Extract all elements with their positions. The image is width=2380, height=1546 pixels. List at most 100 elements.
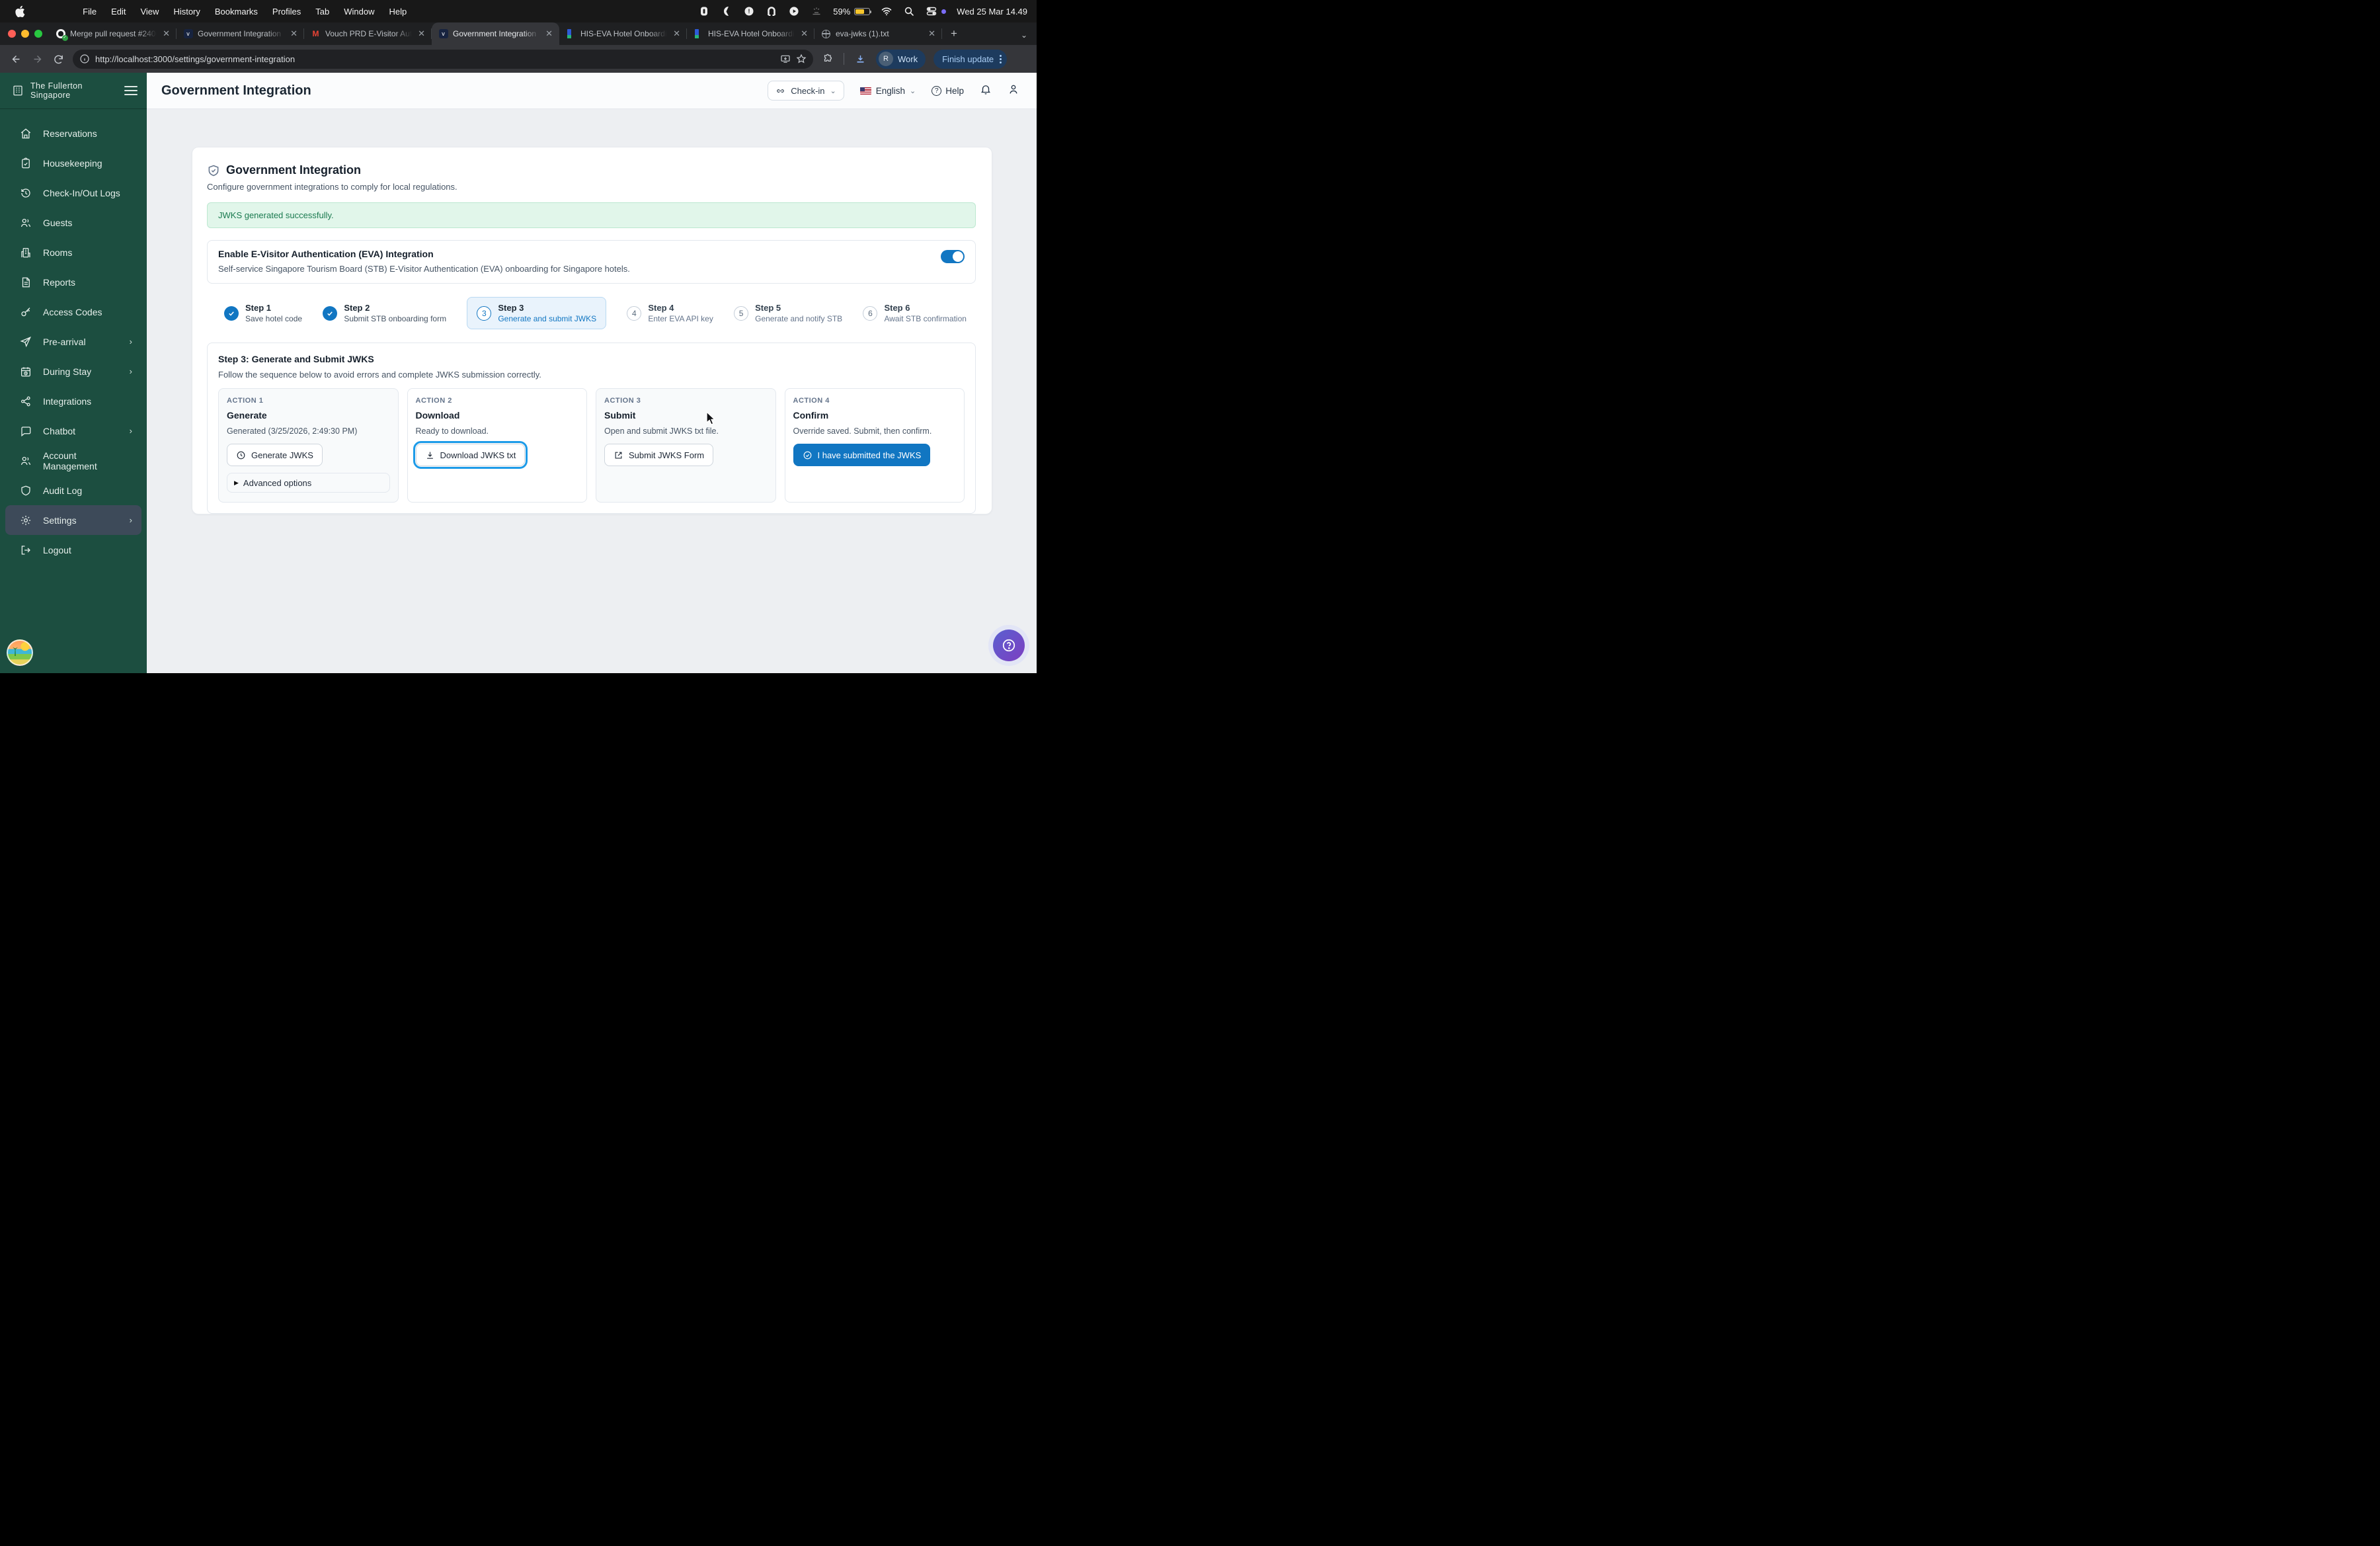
help-fab-button[interactable] bbox=[993, 630, 1025, 661]
bookmark-star-icon[interactable] bbox=[796, 54, 807, 64]
sidebar-item-account-management[interactable]: Account Management bbox=[5, 446, 141, 475]
menu-item-help[interactable]: Help bbox=[389, 7, 407, 17]
spotlight-search-icon[interactable] bbox=[903, 5, 915, 17]
step-3-active[interactable]: 3 Step 3Generate and submit JWKS bbox=[467, 297, 606, 329]
mouse-cursor bbox=[706, 411, 716, 426]
download-jwks-button[interactable]: Download JWKS txt bbox=[416, 444, 526, 466]
user-avatar[interactable] bbox=[7, 639, 33, 666]
sidebar-item-reservations[interactable]: Reservations bbox=[5, 118, 141, 148]
extensions-icon[interactable] bbox=[818, 50, 837, 68]
menu-item-window[interactable]: Window bbox=[344, 7, 374, 17]
downloads-icon[interactable] bbox=[851, 50, 869, 68]
apple-icon[interactable] bbox=[15, 5, 25, 18]
window-close-button[interactable] bbox=[8, 30, 16, 38]
app-header: Government Integration Check-in ⌄ Englis… bbox=[147, 73, 1037, 109]
sidebar-collapse-icon[interactable] bbox=[124, 86, 138, 95]
send-icon bbox=[20, 336, 32, 348]
sidebar-item-guests[interactable]: Guests bbox=[5, 208, 141, 237]
sidebar-item-chatbot[interactable]: Chatbot › bbox=[5, 416, 141, 446]
control-center-icon[interactable] bbox=[926, 5, 937, 17]
menu-item-history[interactable]: History bbox=[173, 7, 200, 17]
battery-indicator[interactable]: 59% bbox=[833, 7, 870, 17]
sidebar-item-housekeeping[interactable]: Housekeeping bbox=[5, 148, 141, 178]
eva-toggle-on[interactable] bbox=[941, 250, 965, 263]
step-6[interactable]: 6 Step 6Await STB confirmation bbox=[863, 303, 967, 323]
sidebar-item-during-stay[interactable]: During Stay › bbox=[5, 356, 141, 386]
tab-close-icon[interactable]: ✕ bbox=[161, 28, 171, 39]
logout-icon bbox=[20, 544, 32, 556]
menu-item-edit[interactable]: Edit bbox=[111, 7, 126, 17]
step-2[interactable]: Step 2Submit STB onboarding form bbox=[323, 303, 446, 323]
generate-jwks-button[interactable]: Generate JWKS bbox=[227, 444, 323, 466]
tab-merge-pull-request[interactable]: Merge pull request #2406 fr ✕ bbox=[49, 22, 177, 45]
menu-item-profiles[interactable]: Profiles bbox=[272, 7, 301, 17]
status-app-icon-4[interactable] bbox=[766, 5, 777, 17]
tab-vouch-prd[interactable]: M Vouch PRD E-Visitor Authen ✕ bbox=[304, 22, 432, 45]
step-1[interactable]: Step 1Save hotel code bbox=[224, 303, 302, 323]
advanced-options-toggle[interactable]: ▶ Advanced options bbox=[227, 473, 390, 493]
chrome-tab-strip: Merge pull request #2406 fr ✕ v Governme… bbox=[0, 22, 1037, 45]
finish-update-button[interactable]: Finish update bbox=[933, 50, 1007, 69]
sidebar-item-logout[interactable]: Logout bbox=[5, 535, 141, 565]
status-app-icon-5[interactable] bbox=[788, 5, 800, 17]
sidebar-item-checkinout-logs[interactable]: Check-In/Out Logs bbox=[5, 178, 141, 208]
menu-bar-clock[interactable]: Wed 25 Mar 14.49 bbox=[957, 7, 1027, 17]
help-button[interactable]: ? Help bbox=[932, 86, 964, 96]
notifications-bell-icon[interactable] bbox=[980, 83, 992, 99]
menu-item-tab[interactable]: Tab bbox=[315, 7, 329, 17]
tab-close-icon[interactable]: ✕ bbox=[672, 28, 682, 39]
tab-close-icon[interactable]: ✕ bbox=[799, 28, 809, 39]
address-bar[interactable]: http://localhost:3000/settings/governmen… bbox=[73, 50, 813, 69]
sidebar-item-pre-arrival[interactable]: Pre-arrival › bbox=[5, 327, 141, 356]
tab-close-icon[interactable]: ✕ bbox=[416, 28, 426, 39]
step-4[interactable]: 4 Step 4Enter EVA API key bbox=[627, 303, 713, 323]
tab-search-chevron-icon[interactable]: ⌄ bbox=[1021, 30, 1027, 40]
screen: Chrome File Edit View History Bookmarks … bbox=[0, 0, 1037, 673]
eva-integration-box: Enable E-Visitor Authentication (EVA) In… bbox=[207, 240, 976, 284]
keyboard-brightness-icon[interactable] bbox=[811, 5, 822, 17]
link-icon bbox=[775, 86, 785, 96]
sidebar-item-integrations[interactable]: Integrations bbox=[5, 386, 141, 416]
reload-button[interactable] bbox=[49, 50, 67, 68]
sidebar-item-rooms[interactable]: Rooms bbox=[5, 237, 141, 267]
wifi-icon[interactable] bbox=[881, 5, 892, 17]
checkin-dropdown-button[interactable]: Check-in ⌄ bbox=[768, 81, 844, 101]
chrome-profile-button[interactable]: R Work bbox=[876, 50, 926, 69]
eva-description: Self-service Singapore Tourism Board (ST… bbox=[218, 264, 965, 274]
url-text[interactable]: http://localhost:3000/settings/governmen… bbox=[95, 54, 775, 64]
menu-item-bookmarks[interactable]: Bookmarks bbox=[215, 7, 258, 17]
install-app-icon[interactable] bbox=[780, 54, 791, 64]
sidebar-item-audit-log[interactable]: Audit Log bbox=[5, 475, 141, 505]
tab-close-icon[interactable]: ✕ bbox=[927, 28, 937, 39]
menu-item-view[interactable]: View bbox=[140, 7, 159, 17]
sidebar-item-settings[interactable]: Settings › bbox=[5, 505, 141, 535]
sidebar-item-access-codes[interactable]: Access Codes bbox=[5, 297, 141, 327]
window-minimize-button[interactable] bbox=[21, 30, 29, 38]
tab-close-icon[interactable]: ✕ bbox=[289, 28, 299, 39]
chrome-menu-icon[interactable] bbox=[1000, 55, 1002, 63]
site-info-icon[interactable] bbox=[79, 54, 90, 64]
key-icon bbox=[20, 306, 32, 318]
tab-his-eva-2[interactable]: HIS-EVA Hotel Onboarding ✕ bbox=[687, 22, 814, 45]
status-app-icon-3[interactable]: ! bbox=[743, 5, 755, 17]
account-icon[interactable] bbox=[1008, 83, 1019, 99]
tab-government-integration-active[interactable]: v Government Integration - A ✕ bbox=[432, 22, 559, 45]
tab-government-integration-1[interactable]: v Government Integration - A ✕ bbox=[177, 22, 304, 45]
status-app-icon-1[interactable] bbox=[698, 5, 710, 17]
tab-eva-jwks-txt[interactable]: eva-jwks (1).txt ✕ bbox=[814, 22, 942, 45]
tab-his-eva-1[interactable]: HIS-EVA Hotel Onboarding ✕ bbox=[559, 22, 687, 45]
status-app-icon-2[interactable] bbox=[721, 5, 733, 17]
step-5[interactable]: 5 Step 5Generate and notify STB bbox=[734, 303, 842, 323]
download-icon bbox=[425, 450, 435, 460]
confirm-submitted-button[interactable]: I have submitted the JWKS bbox=[793, 444, 931, 466]
back-button[interactable] bbox=[7, 50, 25, 68]
menu-item-file[interactable]: File bbox=[83, 7, 97, 17]
window-zoom-button[interactable] bbox=[34, 30, 42, 38]
new-tab-button[interactable]: + bbox=[945, 24, 963, 43]
language-selector[interactable]: English ⌄ bbox=[860, 86, 916, 96]
tab-close-icon[interactable]: ✕ bbox=[544, 28, 554, 39]
sidebar-item-reports[interactable]: Reports bbox=[5, 267, 141, 297]
submit-jwks-form-button[interactable]: Submit JWKS Form bbox=[604, 444, 713, 466]
action-card-submit: ACTION 3 Submit Open and submit JWKS txt… bbox=[596, 388, 776, 503]
forward-button[interactable] bbox=[28, 50, 46, 68]
